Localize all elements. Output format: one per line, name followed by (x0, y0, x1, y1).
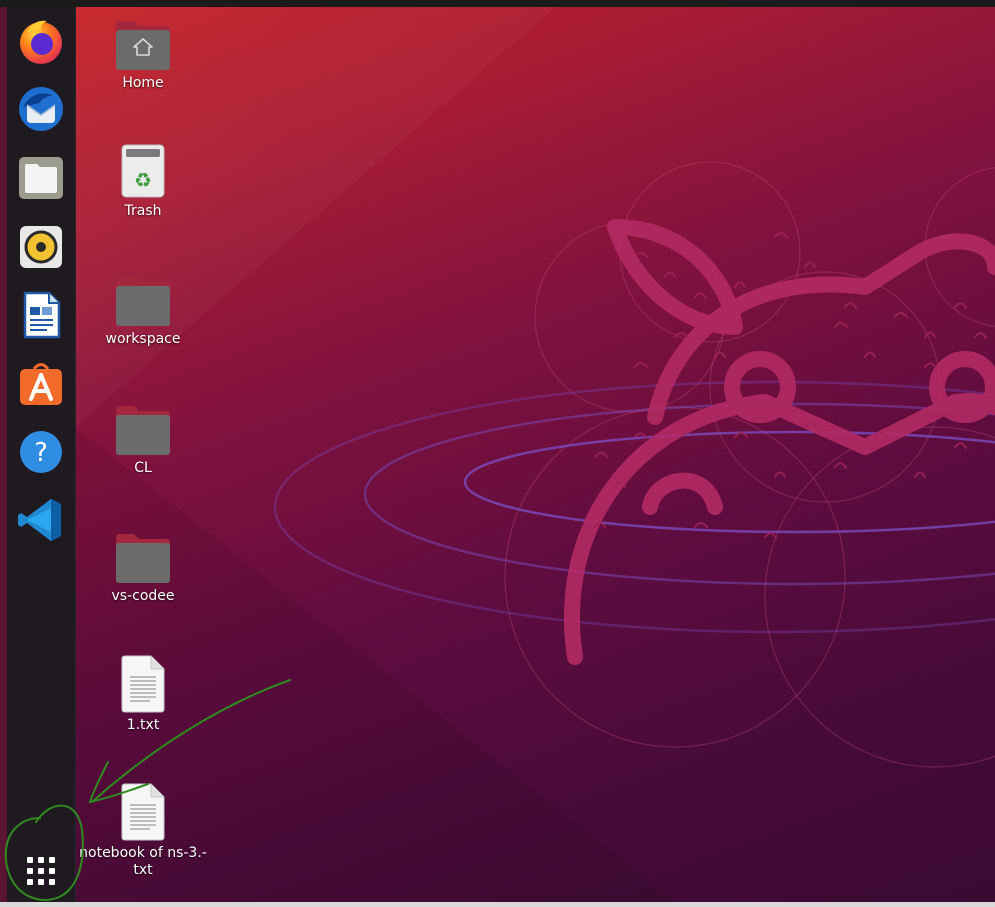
text-file-icon (120, 783, 166, 841)
thunderbird-icon (19, 87, 63, 131)
desktop-item-label: notebook of ns-3.- txt (79, 845, 207, 878)
top-bar (0, 0, 995, 7)
show-applications-button[interactable] (15, 845, 67, 897)
svg-text:♻: ♻ (134, 168, 152, 192)
svg-text:?: ? (34, 438, 48, 468)
rhythmbox-icon (20, 226, 62, 268)
text-file-icon (120, 655, 166, 713)
home-folder-icon (114, 15, 172, 71)
dock-item-thunderbird[interactable] (15, 83, 67, 135)
desktop-background[interactable]: Home ♻ Trash workspace CL vs-codee 1.txt… (75, 7, 995, 902)
desktop-item-label: 1.txt (126, 717, 160, 733)
dock-item-writer[interactable] (15, 289, 67, 341)
desktop-item-home[interactable]: Home (83, 15, 203, 92)
trash-icon: ♻ (120, 143, 166, 199)
desktop-item-cl[interactable]: CL (83, 400, 203, 477)
dock-item-ubuntu-software[interactable] (15, 357, 67, 409)
firefox-icon (20, 20, 62, 64)
desktop-item-1-txt[interactable]: 1.txt (83, 655, 203, 734)
folder-icon (114, 400, 172, 456)
dock-item-rhythmbox[interactable] (15, 221, 67, 273)
app-grid-icon (27, 857, 55, 885)
dock-item-files[interactable] (15, 152, 67, 204)
folder-icon (114, 271, 172, 327)
writer-icon (23, 291, 61, 339)
dock-item-firefox[interactable] (15, 15, 67, 67)
desktop-item-workspace[interactable]: workspace (83, 271, 203, 348)
desktop-item-label: Home (122, 75, 164, 91)
wallpaper-hippo-artwork (75, 7, 995, 902)
files-icon (19, 157, 63, 199)
desktop-item-notebook-of-ns-3-txt[interactable]: notebook of ns-3.- txt (79, 783, 207, 879)
dock-item-help[interactable]: ? (15, 426, 67, 478)
desktop-item-label: Trash (124, 203, 162, 219)
software-icon (20, 363, 62, 405)
help-icon: ? (20, 431, 62, 473)
screen-bottom-edge (0, 902, 995, 907)
desktop-item-label: CL (134, 460, 152, 476)
desktop-item-vs-codee[interactable]: vs-codee (83, 528, 203, 605)
vscode-icon (18, 499, 61, 541)
desktop-item-label: vs-codee (111, 588, 175, 604)
dock: ? (7, 7, 76, 902)
folder-icon (114, 528, 172, 584)
dock-item-vscode[interactable] (15, 494, 67, 546)
screen-edge-strip (0, 7, 7, 902)
desktop-item-label: workspace (105, 331, 181, 347)
desktop-item-trash[interactable]: ♻ Trash (83, 143, 203, 220)
